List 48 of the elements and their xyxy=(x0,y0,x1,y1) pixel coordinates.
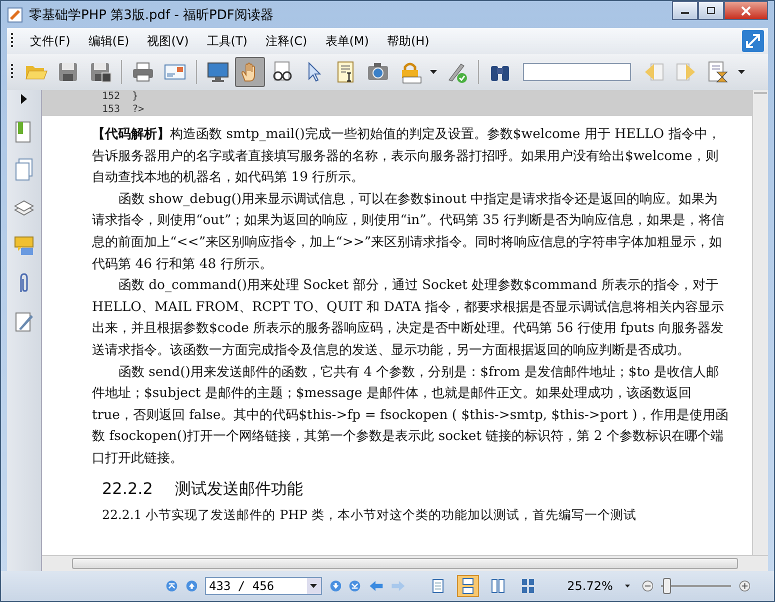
app-icon xyxy=(7,6,23,22)
vertical-scrollbar[interactable] xyxy=(752,90,768,555)
maximize-button[interactable] xyxy=(698,1,724,20)
menu-item[interactable]: 帮助(H) xyxy=(380,30,436,52)
menu-item[interactable]: 表单(M) xyxy=(318,30,376,52)
zoom-out-icon[interactable] xyxy=(642,578,654,594)
close-icon xyxy=(741,6,751,16)
menu-item[interactable]: 视图(V) xyxy=(140,30,196,52)
page-number-field[interactable]: 433 / 456 xyxy=(205,577,322,595)
search-field[interactable] xyxy=(523,63,631,81)
zoom-slider[interactable] xyxy=(661,578,730,594)
back-arrow-icon[interactable] xyxy=(368,578,383,594)
continuous-page-icon[interactable] xyxy=(457,575,480,597)
zoom-level[interactable]: 25.72% xyxy=(567,579,613,593)
section-heading: 测试发送邮件功能 xyxy=(174,478,303,500)
dropdown-icon[interactable] xyxy=(624,584,630,588)
paragraph: 函数 send()用来发送邮件的函数，它共有 4 个参数，分别是：$from 是发信邮件地址；$to 是收信人邮件地址；$subject 是邮件的主题；$message 是邮件体，也就是邮件正文。如果处理成功，该函数返回 true，否则返回 false。其中的代码$this->fp = fsockopen ( $this->smtp, $this->port )，作用是使用函数 fsockopen()打开一个网络链接，其第一个参数是表示此 socket 链接的标识符，第 2 个参数标识在哪个端口打开此链接。 xyxy=(92,364,730,468)
section-number: 22.2.2 xyxy=(102,478,153,500)
paragraph: 函数 do_command()用来处理 Socket 部分，通过 Socket 处理参数$command 所表示的指令，对于 HELLO、MAIL FROM、RCPT TO、QUIT 和 DATA 指令，都要求根据是否显示调试信息将相关内容显示出来，并且根据参数$code 所表示的服务器响应码，决定是否中断处理。代码第 56 行使用 fputs 向服务器发送请求指令。该函数一方面完成指令及信息的发送、显示功能，另一方面根据返回的响应判断是否成功。 xyxy=(92,277,725,360)
menu-item[interactable]: 文件(F) xyxy=(23,30,78,52)
hand-icon[interactable] xyxy=(235,57,265,87)
expand-icon[interactable] xyxy=(20,94,28,104)
last-page-icon[interactable] xyxy=(349,578,361,594)
comment-icon[interactable] xyxy=(13,234,35,258)
fullscreen-icon[interactable] xyxy=(742,30,764,52)
paragraph: 【代码解析】构造函数 smtp_mail()完成一些初始值的判定及设置。参数$welcome 用于 HELLO 指令中，告诉服务器用户的名字或者直接填写服务器的名称，表示向服务器打招呼。如果用户没有给出$welcome，则自动查找本地的机器名，如代码第 19 行所示。 xyxy=(92,126,722,188)
menu-item[interactable]: 编辑(E) xyxy=(81,30,136,52)
dropdown-icon xyxy=(310,584,318,588)
caret-icon[interactable] xyxy=(738,70,745,74)
paragraph: 函数 show_debug()用来显示调试信息，可以在参数$inout 中指定是请求指令还是返回的响应。如果为请求指令，则使用“out”；如果为返回的响应，则使用“in”。代码第 35 行判断是否为响应信息，如果是，将信息的前面加上“<<”来区别响应指令，加上“>>”来区别请求指令。同时将响应信息的字符串字体加粗显示，如代码第 46 行和第 48 行所示。 xyxy=(92,190,726,274)
minimize-button[interactable] xyxy=(672,1,698,20)
window-title: 零基础学PHP 第3版.pdf - 福昕PDF阅读器 xyxy=(29,6,274,24)
next-page-icon[interactable] xyxy=(330,578,342,594)
caret-icon[interactable] xyxy=(430,70,437,74)
first-page-icon[interactable] xyxy=(166,578,178,594)
pages-icon[interactable] xyxy=(13,158,35,182)
previous-page-icon[interactable] xyxy=(186,578,198,594)
paragraph: 22.2.1 小节实现了发送邮件的 PHP 类，本小节对这个类的功能加以测试，首先编写一个测试 xyxy=(102,506,638,524)
signature-icon[interactable] xyxy=(13,310,35,334)
menu-item[interactable]: 工具(T) xyxy=(200,30,254,52)
zoom-in-icon[interactable] xyxy=(738,578,750,594)
menu-item[interactable]: 注释(C) xyxy=(258,30,314,52)
horizontal-scrollbar[interactable] xyxy=(42,555,768,571)
code-line: 152 } xyxy=(102,90,140,103)
maximize-icon xyxy=(706,6,716,14)
code-line: 153 ?> xyxy=(102,103,146,116)
close-button[interactable] xyxy=(724,1,768,20)
slider-thumb[interactable] xyxy=(662,578,671,594)
